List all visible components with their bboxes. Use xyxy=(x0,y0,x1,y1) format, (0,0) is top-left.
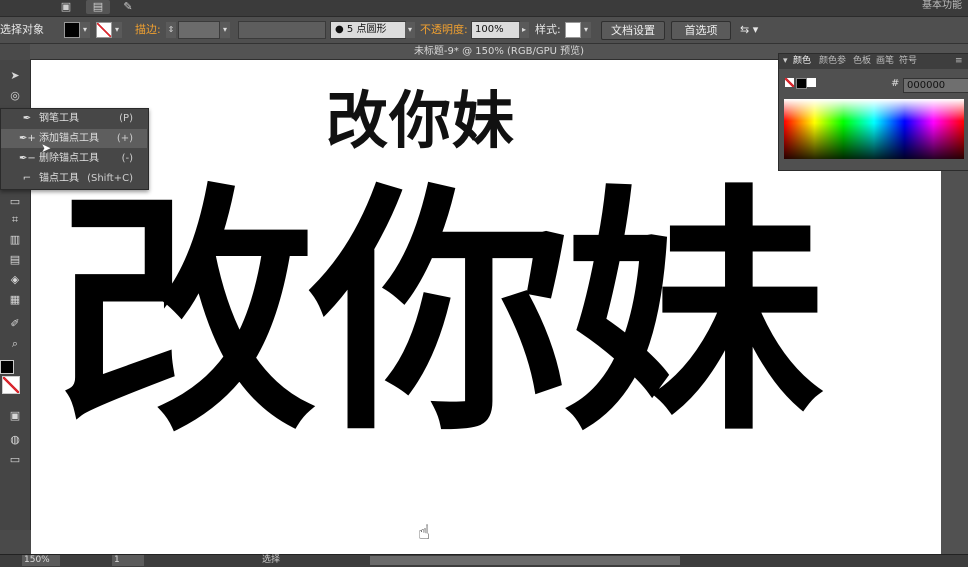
free-transform-tool-icon[interactable]: ⌗ xyxy=(4,212,26,228)
style-label: 样式: xyxy=(535,23,561,36)
arrange-icon[interactable]: ⇆ ▾ xyxy=(740,17,758,43)
panel-menu-icon[interactable]: ≡ xyxy=(955,54,963,69)
opacity-dropdown-icon[interactable]: ▸ xyxy=(519,22,529,38)
shape-tool-icon[interactable]: ▭ xyxy=(4,194,26,210)
graphic-style-dropdown-icon[interactable]: ▾ xyxy=(581,22,591,38)
workspace-switcher[interactable]: 基本功能 xyxy=(922,0,962,12)
fill-color-swatch[interactable] xyxy=(64,22,80,38)
flyout-item-anchor-point[interactable]: ⌐ 锚点工具 (Shift+C) xyxy=(1,169,147,188)
stroke-color-swatch[interactable] xyxy=(96,22,112,38)
document-icon[interactable]: ▣ xyxy=(58,0,74,14)
brush-definition-field[interactable]: ● 5 点圆形 xyxy=(330,21,406,39)
fill-dropdown-icon[interactable]: ▾ xyxy=(80,22,90,38)
flyout-item-pen[interactable]: ✒ 钢笔工具 (P) xyxy=(1,109,147,128)
stroke-weight-dropdown-icon[interactable]: ▾ xyxy=(220,22,230,38)
large-heading-text[interactable]: 改你妹 xyxy=(56,170,824,460)
control-bar: 选择对象 ▾ ▾ 描边: ⇕ ▾ ● 5 点圆形 ▾ 不透明度: 100% ▸ … xyxy=(0,17,968,44)
selection-status-label: 选择对象 xyxy=(0,23,44,36)
status-bar: 150% 1 选择 xyxy=(0,554,968,567)
horizontal-scrollbar[interactable] xyxy=(370,556,680,565)
screen-mode-icon[interactable]: ▭ xyxy=(4,452,26,468)
none-color-icon[interactable]: ▣ xyxy=(4,408,26,424)
stroke-indicator[interactable] xyxy=(2,376,20,394)
graph-tool-icon[interactable]: ▥ xyxy=(4,232,26,248)
variable-width-profile[interactable] xyxy=(238,21,326,39)
artboard-number-field[interactable]: 1 xyxy=(112,555,144,566)
graphic-style-swatch[interactable] xyxy=(565,22,581,38)
pen-tool-flyout: ✒ 钢笔工具 (P) ✒+ 添加锚点工具 (+) ✒− 删除锚点工具 (-) ⌐… xyxy=(0,108,149,190)
arrange-documents-button[interactable]: ▤ xyxy=(86,0,110,14)
preferences-button[interactable]: 首选项 xyxy=(671,21,731,40)
small-heading-text[interactable]: 改你妹 xyxy=(326,85,515,157)
app-menubar: ▣ ▤ ✎ 基本功能 xyxy=(0,0,968,17)
color-spectrum-highlight xyxy=(784,99,964,121)
delete-anchor-point-icon: ✒− xyxy=(19,153,36,164)
black-swatch[interactable] xyxy=(796,78,807,89)
stroke-weight-stepper[interactable]: ⇕ xyxy=(166,22,176,38)
brush-dot-icon: ● xyxy=(335,24,344,35)
column-graph-tool-icon[interactable]: ▦ xyxy=(4,292,26,308)
stroke-dropdown-icon[interactable]: ▾ xyxy=(112,22,122,38)
stroke-weight-field[interactable] xyxy=(178,21,220,39)
tab-color[interactable]: 颜色 xyxy=(793,54,811,69)
anchor-point-icon: ⌐ xyxy=(22,173,32,184)
pen-icon: ✒ xyxy=(22,113,32,124)
tool-status-text: 选择 xyxy=(262,555,281,565)
gradient-tool-icon[interactable]: ▤ xyxy=(4,252,26,268)
color-panel: ▾ 颜色 颜色参 色板 画笔 符号 ≡ # 000000 xyxy=(778,53,968,171)
tab-swatches[interactable]: 色板 xyxy=(853,54,871,69)
drawing-mode-icon[interactable]: ◍ xyxy=(4,432,26,448)
tab-color-guide[interactable]: 颜色参 xyxy=(819,54,846,69)
zoom-tool-icon[interactable]: ⌕ xyxy=(4,336,26,352)
hex-input[interactable]: 000000 xyxy=(903,78,968,93)
brush-dropdown-icon[interactable]: ▾ xyxy=(405,22,415,38)
brush-icon[interactable]: ✎ xyxy=(120,0,136,14)
hex-label: # xyxy=(891,78,900,89)
shape-builder-tool-icon[interactable]: ◈ xyxy=(4,272,26,288)
none-swatch[interactable] xyxy=(785,78,794,87)
mouse-pointer-icon: ➤ xyxy=(41,141,52,155)
lasso-tool-icon[interactable]: ◎ xyxy=(4,88,26,104)
flyout-item-delete-anchor[interactable]: ✒− 删除锚点工具 (-) xyxy=(1,149,147,168)
selection-tool-icon[interactable]: ➤ xyxy=(4,68,26,84)
opacity-label[interactable]: 不透明度: xyxy=(420,17,468,43)
document-setup-button[interactable]: 文档设置 xyxy=(601,21,665,40)
hand-cursor-icon: ☝ xyxy=(418,520,431,544)
eyedropper-tool-icon[interactable]: ✐ xyxy=(4,316,26,332)
flyout-item-add-anchor[interactable]: ✒+ 添加锚点工具 (+) xyxy=(1,129,147,148)
color-panel-tabs: ▾ 颜色 颜色参 色板 画笔 符号 ≡ xyxy=(779,54,968,69)
stroke-label[interactable]: 描边: xyxy=(135,17,161,43)
fill-indicator[interactable] xyxy=(0,360,14,374)
tab-brushes[interactable]: 画笔 xyxy=(876,54,894,69)
panel-collapse-icon[interactable]: ▾ xyxy=(783,54,788,69)
opacity-input[interactable]: 100% xyxy=(471,21,520,39)
white-swatch[interactable] xyxy=(807,78,816,87)
tab-symbols[interactable]: 符号 xyxy=(899,54,917,69)
add-anchor-point-icon: ✒+ xyxy=(19,133,36,144)
zoom-field[interactable]: 150% xyxy=(22,555,60,566)
